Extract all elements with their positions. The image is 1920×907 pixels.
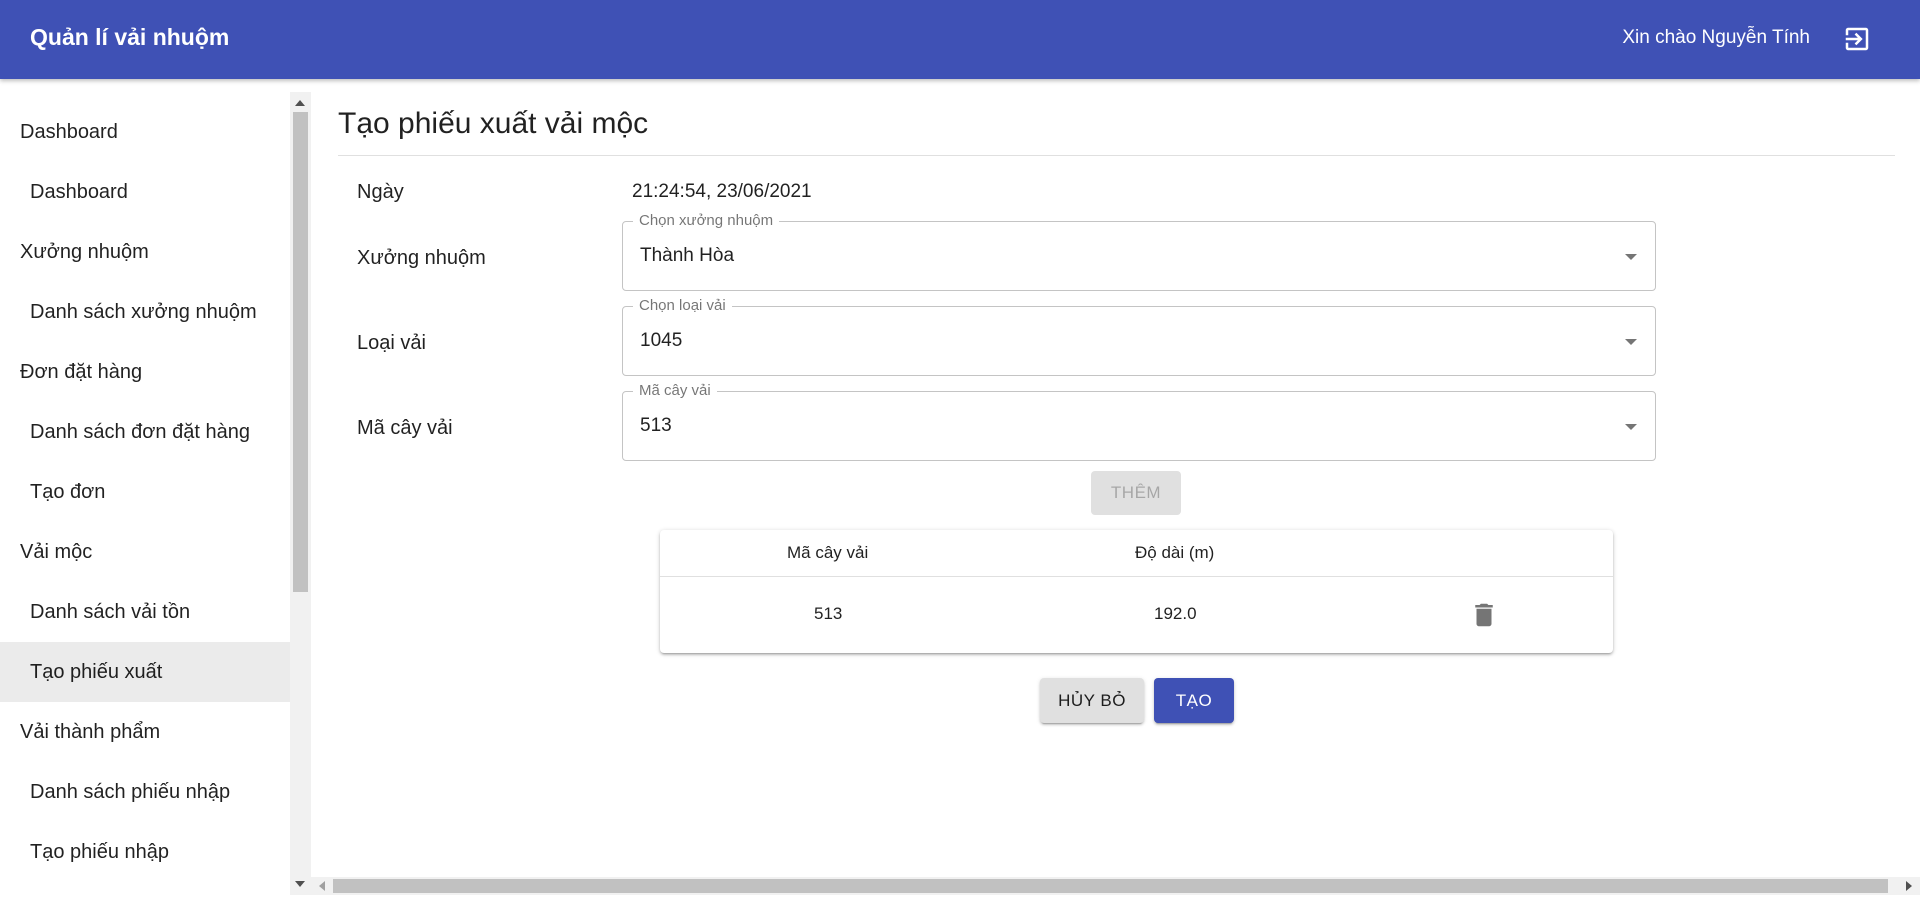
table-header: Mã cây vải Độ dài (m) bbox=[660, 530, 1613, 577]
nav-group-dashboard: Dashboard bbox=[20, 121, 118, 143]
fabric-type-label: Loại vải bbox=[357, 332, 426, 354]
logout-icon[interactable] bbox=[1842, 24, 1872, 54]
column-header-length: Độ dài (m) bbox=[1135, 543, 1215, 562]
nav-group-workshop: Xưởng nhuộm bbox=[20, 241, 149, 263]
title-divider bbox=[338, 155, 1895, 156]
delete-icon[interactable] bbox=[1469, 600, 1499, 630]
scroll-left-icon[interactable] bbox=[319, 881, 325, 891]
user-greeting: Xin chào Nguyễn Tính bbox=[1622, 27, 1810, 48]
scrollbar-thumb[interactable] bbox=[293, 112, 308, 592]
sidebar-item-import-list[interactable]: Danh sách phiếu nhập bbox=[0, 762, 290, 822]
nav-group-finished-fabric: Vải thành phẩm bbox=[20, 721, 161, 743]
scroll-right-icon[interactable] bbox=[1906, 881, 1912, 891]
fabric-type-select[interactable]: Chọn loại vải 1045 bbox=[622, 297, 1656, 376]
sidebar-item-dashboard[interactable]: Dashboard bbox=[0, 162, 290, 222]
roll-table: Mã cây vải Độ dài (m) 513 192.0 bbox=[660, 530, 1613, 653]
sidebar-scrollbar[interactable] bbox=[290, 92, 311, 895]
sidebar-item-stock-list[interactable]: Danh sách vải tồn bbox=[0, 582, 290, 642]
workshop-select[interactable]: Chọn xưởng nhuộm Thành Hòa bbox=[622, 212, 1656, 291]
workshop-label: Xưởng nhuộm bbox=[357, 247, 486, 269]
add-roll-button[interactable]: THÊM bbox=[1091, 471, 1181, 515]
roll-code-select-value: 513 bbox=[640, 415, 672, 436]
sidebar-item-order-list[interactable]: Danh sách đơn đặt hàng bbox=[0, 402, 290, 462]
cancel-button[interactable]: HỦY BỎ bbox=[1040, 678, 1144, 723]
date-label: Ngày bbox=[357, 181, 404, 203]
fabric-type-select-legend: Chọn loại vải bbox=[633, 297, 732, 314]
caret-down-icon bbox=[1625, 254, 1637, 260]
horizontal-scrollbar-thumb[interactable] bbox=[333, 879, 1888, 893]
sidebar-item-create-export[interactable]: Tạo phiếu xuất bbox=[0, 642, 290, 702]
workshop-select-legend: Chọn xưởng nhuộm bbox=[633, 212, 780, 229]
nav-group-orders: Đơn đặt hàng bbox=[20, 361, 143, 383]
date-value: 21:24:54, 23/06/2021 bbox=[632, 181, 812, 202]
cell-length: 192.0 bbox=[1154, 604, 1197, 623]
workshop-select-value: Thành Hòa bbox=[640, 245, 735, 266]
sidebar-item-create-order[interactable]: Tạo đơn bbox=[0, 462, 290, 522]
roll-code-label: Mã cây vải bbox=[357, 417, 453, 439]
fabric-type-select-value: 1045 bbox=[640, 330, 683, 351]
create-button[interactable]: TẠO bbox=[1154, 678, 1234, 723]
column-header-roll-code: Mã cây vải bbox=[787, 543, 869, 562]
roll-code-select[interactable]: Mã cây vải 513 bbox=[622, 382, 1656, 461]
sidebar-nav: Dashboard Dashboard Xưởng nhuộm Danh sác… bbox=[0, 92, 290, 895]
scroll-up-icon[interactable] bbox=[295, 100, 305, 106]
page-title: Tạo phiếu xuất vải mộc bbox=[338, 107, 649, 140]
horizontal-scrollbar[interactable] bbox=[311, 877, 1920, 895]
app-bar: Quản lí vải nhuộm Xin chào Nguyễn Tính bbox=[0, 0, 1920, 79]
scroll-down-icon[interactable] bbox=[295, 881, 305, 887]
sidebar-item-workshop-list[interactable]: Danh sách xưởng nhuộm bbox=[0, 282, 290, 342]
roll-code-select-legend: Mã cây vải bbox=[633, 382, 717, 399]
nav-group-raw-fabric: Vải mộc bbox=[20, 541, 93, 563]
caret-down-icon bbox=[1625, 339, 1637, 345]
cell-roll-code: 513 bbox=[814, 604, 843, 623]
app-title: Quản lí vải nhuộm bbox=[30, 24, 230, 50]
sidebar-item-create-import[interactable]: Tạo phiếu nhập bbox=[0, 822, 290, 882]
caret-down-icon bbox=[1625, 424, 1637, 430]
